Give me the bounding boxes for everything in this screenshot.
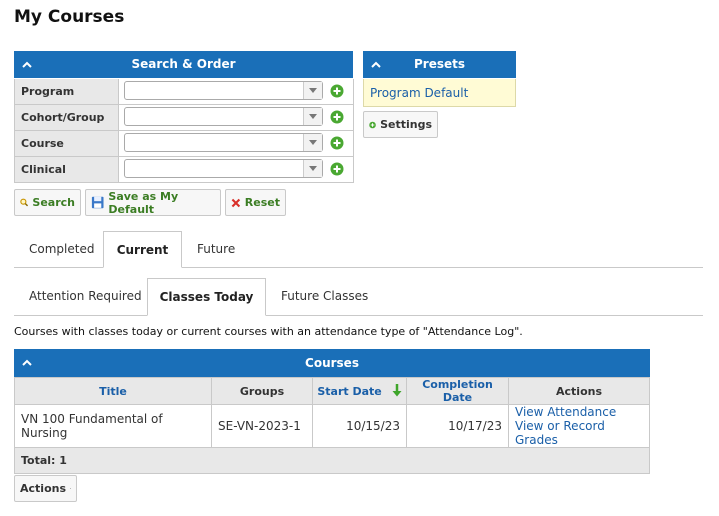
- tab-future[interactable]: Future: [197, 242, 235, 256]
- search-order-header[interactable]: Search & Order: [14, 51, 353, 78]
- actions-menu-button[interactable]: Actions: [14, 475, 77, 502]
- course-groups-cell: SE-VN-2023-1: [211, 404, 313, 448]
- column-groups: Groups: [211, 377, 313, 405]
- column-completion-date[interactable]: Completion Date: [406, 377, 509, 405]
- save-icon: [91, 196, 104, 209]
- presets-list: Program Default: [363, 79, 516, 107]
- clinical-rotation-select[interactable]: [124, 159, 323, 178]
- search-button[interactable]: Search: [14, 189, 81, 216]
- course-title-cell: VN 100 Fundamental of Nursing: [14, 404, 212, 448]
- search-order-title: Search & Order: [131, 57, 236, 71]
- close-icon: [231, 198, 241, 207]
- program-label: Program: [15, 79, 119, 104]
- search-icon: [20, 198, 29, 207]
- tab-future-classes[interactable]: Future Classes: [281, 289, 368, 303]
- cohort-row: Cohort/Group: [15, 104, 353, 130]
- column-start-date[interactable]: Start Date: [312, 377, 407, 405]
- reset-button[interactable]: Reset: [225, 189, 286, 216]
- course-completion-date-cell: 10/17/23: [406, 404, 509, 448]
- view-attendance-link[interactable]: View Attendance: [515, 405, 643, 419]
- program-row: Program: [15, 79, 353, 104]
- search-order-form: Program Cohort/Group Course Clinical: [14, 79, 354, 201]
- table-header-row: Title Groups Start Date Completion Date …: [14, 377, 650, 405]
- table-total-row: Total: 1: [14, 447, 650, 474]
- dropdown-arrow-icon: [303, 134, 322, 151]
- save-as-default-button[interactable]: Save as My Default: [85, 189, 221, 216]
- presets-header[interactable]: Presets: [363, 51, 516, 78]
- cohort-select[interactable]: [124, 107, 323, 126]
- program-select[interactable]: [124, 81, 323, 100]
- tab-current[interactable]: Current: [103, 231, 182, 268]
- settings-button[interactable]: Settings: [363, 111, 438, 138]
- courses-title: Courses: [305, 356, 359, 370]
- chevron-up-icon[interactable]: [22, 51, 34, 78]
- course-label: Course: [15, 131, 119, 156]
- column-title[interactable]: Title: [14, 377, 212, 405]
- presets-title: Presets: [413, 57, 465, 71]
- tab-description: Courses with classes today or current co…: [14, 325, 523, 338]
- course-row: Course: [15, 130, 353, 156]
- dropdown-arrow-icon: [303, 160, 322, 177]
- chevron-up-icon[interactable]: [371, 51, 383, 78]
- cohort-label: Cohort/Group: [15, 105, 119, 130]
- add-icon[interactable]: [330, 110, 344, 124]
- add-icon[interactable]: [330, 136, 344, 150]
- tab-classes-today[interactable]: Classes Today: [147, 278, 266, 316]
- courses-header[interactable]: Courses: [14, 349, 650, 377]
- add-icon: [369, 121, 376, 128]
- preset-program-default[interactable]: Program Default: [370, 86, 468, 100]
- table-row: VN 100 Fundamental of Nursing SE-VN-2023…: [14, 404, 650, 448]
- clinical-rotation-label: Clinical Rotation: [15, 157, 119, 201]
- caret-up-icon: [70, 488, 71, 489]
- tab-attention-required[interactable]: Attention Required: [29, 289, 142, 303]
- dropdown-arrow-icon: [303, 82, 322, 99]
- dropdown-arrow-icon: [303, 108, 322, 125]
- tab-completed[interactable]: Completed: [29, 242, 94, 256]
- column-actions: Actions: [508, 377, 650, 405]
- course-select[interactable]: [124, 133, 323, 152]
- courses-table: Title Groups Start Date Completion Date …: [14, 377, 650, 474]
- page-title: My Courses: [14, 7, 125, 27]
- course-actions-cell: View Attendance View or Record Grades: [508, 404, 650, 448]
- sub-tabbar: [14, 315, 703, 316]
- clinical-rotation-row: Clinical Rotation: [15, 156, 353, 201]
- view-record-grades-link[interactable]: View or Record Grades: [515, 419, 643, 447]
- chevron-up-icon[interactable]: [22, 349, 34, 376]
- add-icon[interactable]: [330, 84, 344, 98]
- course-start-date-cell: 10/15/23: [312, 404, 407, 448]
- total-count: Total: 1: [14, 447, 650, 474]
- sort-down-arrow-icon: [392, 384, 402, 397]
- add-icon[interactable]: [330, 162, 344, 176]
